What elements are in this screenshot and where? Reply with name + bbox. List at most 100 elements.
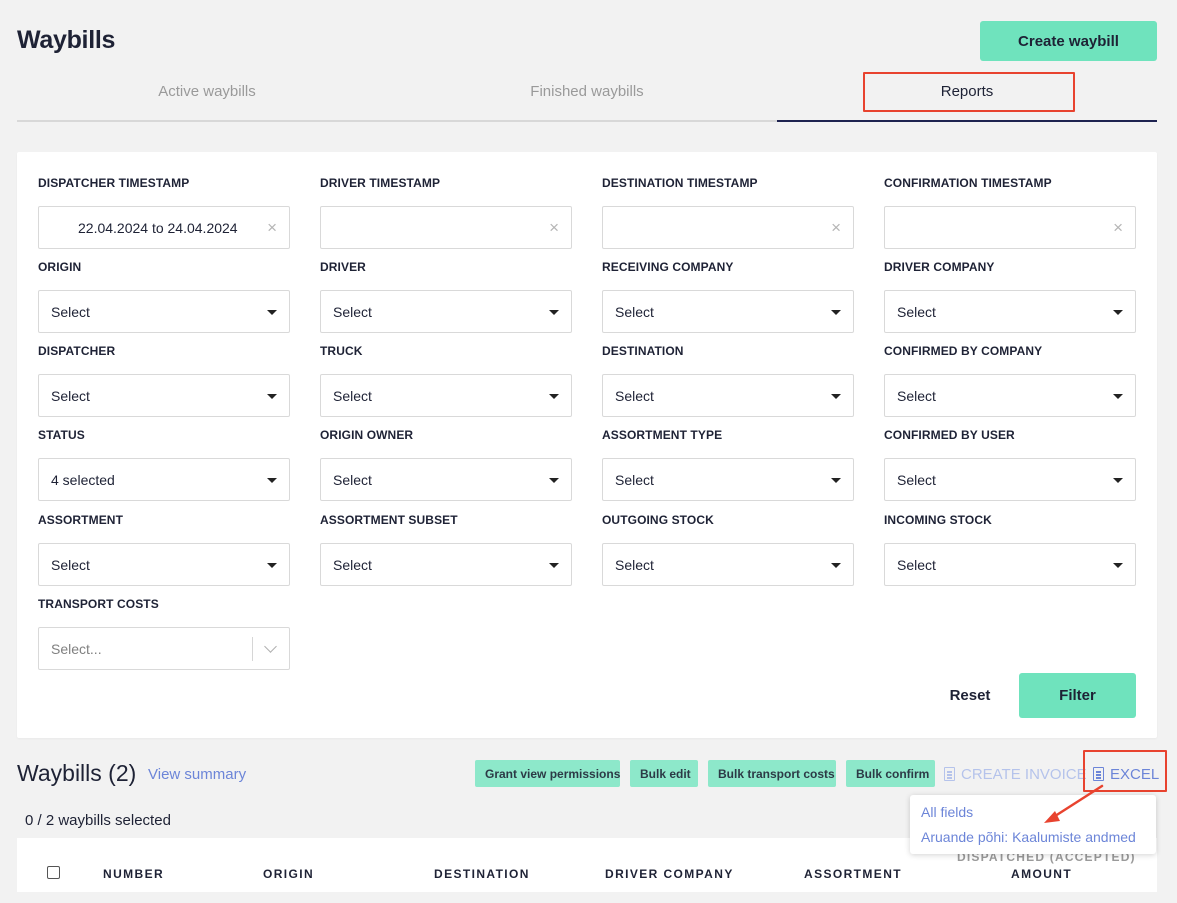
truck-field: TRUCK Select [320, 344, 572, 417]
confirmed-by-company-select[interactable]: Select [884, 374, 1136, 417]
clear-icon[interactable]: × [831, 218, 841, 238]
filter-button[interactable]: Filter [1019, 673, 1136, 718]
outgoing-stock-field: OUTGOING STOCK Select [602, 513, 854, 586]
field-label: ASSORTMENT TYPE [602, 428, 723, 442]
incoming-stock-select[interactable]: Select [884, 543, 1136, 586]
transport-costs-select[interactable]: Select... [38, 627, 290, 670]
origin-field: ORIGIN Select [38, 260, 290, 333]
field-label: ORIGIN [38, 260, 82, 274]
reset-button[interactable]: Reset [927, 673, 1013, 718]
confirmed-by-user-select[interactable]: Select [884, 458, 1136, 501]
driver-select[interactable]: Select [320, 290, 572, 333]
field-label: RECEIVING COMPANY [602, 260, 734, 274]
field-label: CONFIRMED BY COMPANY [884, 344, 1043, 358]
field-label: CONFIRMATION TIMESTAMP [884, 176, 1052, 190]
select-value: Select [897, 388, 936, 404]
assortment-select[interactable]: Select [38, 543, 290, 586]
caret-down-icon [549, 310, 559, 315]
menu-item-report-template[interactable]: Aruande põhi: Kaalumiste andmed [921, 829, 1136, 845]
destination-select[interactable]: Select [602, 374, 854, 417]
field-label: DISPATCHER [38, 344, 116, 358]
confirmation-timestamp-field: CONFIRMATION TIMESTAMP × [884, 176, 1136, 249]
field-label: ASSORTMENT SUBSET [320, 513, 458, 527]
origin-owner-field: ORIGIN OWNER Select [320, 428, 572, 501]
select-value: Select [897, 472, 936, 488]
select-value: Select [897, 557, 936, 573]
caret-down-icon [549, 394, 559, 399]
bulk-transport-costs-button[interactable]: Bulk transport costs [708, 760, 836, 787]
receiving-company-field: RECEIVING COMPANY Select [602, 260, 854, 333]
select-value: Select [51, 557, 90, 573]
select-value: Select [333, 388, 372, 404]
caret-down-icon [1113, 394, 1123, 399]
column-driver-company[interactable]: DRIVER COMPANY [605, 867, 734, 881]
select-value: Select [333, 472, 372, 488]
status-field: STATUS 4 selected [38, 428, 290, 501]
dispatcher-timestamp-input[interactable]: 22.04.2024 to 24.04.2024 × [38, 206, 290, 249]
select-value: 4 selected [51, 472, 115, 488]
column-number[interactable]: NUMBER [103, 867, 164, 881]
origin-owner-select[interactable]: Select [320, 458, 572, 501]
column-assortment[interactable]: ASSORTMENT [804, 867, 902, 881]
assortment-subset-select[interactable]: Select [320, 543, 572, 586]
driver-company-select[interactable]: Select [884, 290, 1136, 333]
column-origin[interactable]: ORIGIN [263, 867, 314, 881]
tab-finished-waybills[interactable]: Finished waybills [397, 68, 777, 120]
bulk-edit-button[interactable]: Bulk edit [630, 760, 698, 787]
clear-icon[interactable]: × [549, 218, 559, 238]
tab-bar: Active waybills Finished waybills Report… [17, 68, 1157, 122]
dispatcher-select[interactable]: Select [38, 374, 290, 417]
clear-icon[interactable]: × [1113, 218, 1123, 238]
select-value: Select [615, 388, 654, 404]
field-label: DRIVER [320, 260, 366, 274]
receiving-company-select[interactable]: Select [602, 290, 854, 333]
menu-item-all-fields[interactable]: All fields [921, 804, 973, 820]
field-label: TRUCK [320, 344, 363, 358]
clear-icon[interactable]: × [267, 218, 277, 238]
caret-down-icon [267, 563, 277, 568]
excel-export-button[interactable]: EXCEL [1093, 766, 1159, 783]
caret-down-icon [1113, 310, 1123, 315]
select-value: Select [615, 304, 654, 320]
select-all-checkbox[interactable] [47, 866, 60, 879]
incoming-stock-field: INCOMING STOCK Select [884, 513, 1136, 586]
tab-active-waybills[interactable]: Active waybills [17, 68, 397, 120]
filter-panel: DISPATCHER TIMESTAMP 22.04.2024 to 24.04… [17, 152, 1157, 738]
field-label: DISPATCHER TIMESTAMP [38, 176, 190, 190]
outgoing-stock-select[interactable]: Select [602, 543, 854, 586]
create-waybill-button[interactable]: Create waybill [980, 21, 1157, 61]
confirmation-timestamp-input[interactable]: × [884, 206, 1136, 249]
create-invoice-button[interactable]: CREATE INVOICE [944, 766, 1087, 783]
document-icon [1093, 767, 1104, 781]
confirmed-by-company-field: CONFIRMED BY COMPANY Select [884, 344, 1136, 417]
caret-down-icon [831, 394, 841, 399]
caret-down-icon [267, 478, 277, 483]
grant-view-permissions-button[interactable]: Grant view permissions [475, 760, 620, 787]
caret-down-icon [1113, 478, 1123, 483]
caret-down-icon [831, 310, 841, 315]
caret-down-icon [267, 310, 277, 315]
destination-timestamp-input[interactable]: × [602, 206, 854, 249]
field-label: DESTINATION TIMESTAMP [602, 176, 758, 190]
column-destination[interactable]: DESTINATION [434, 867, 530, 881]
view-summary-link[interactable]: View summary [148, 766, 246, 783]
caret-down-icon [267, 394, 277, 399]
driver-timestamp-input[interactable]: × [320, 206, 572, 249]
assortment-type-select[interactable]: Select [602, 458, 854, 501]
truck-select[interactable]: Select [320, 374, 572, 417]
status-select[interactable]: 4 selected [38, 458, 290, 501]
select-value: Select [51, 388, 90, 404]
select-value: Select [333, 304, 372, 320]
assortment-type-field: ASSORTMENT TYPE Select [602, 428, 854, 501]
chevron-down-icon[interactable] [264, 640, 277, 653]
field-label: TRANSPORT COSTS [38, 597, 159, 611]
tab-reports[interactable]: Reports [777, 68, 1157, 122]
field-label: DESTINATION [602, 344, 684, 358]
field-label: DRIVER COMPANY [884, 260, 995, 274]
origin-select[interactable]: Select [38, 290, 290, 333]
bulk-confirm-button[interactable]: Bulk confirm [846, 760, 935, 787]
column-amount[interactable]: AMOUNT [1011, 867, 1072, 881]
select-value: Select [615, 557, 654, 573]
driver-timestamp-field: DRIVER TIMESTAMP × [320, 176, 572, 249]
select-value: Select [897, 304, 936, 320]
